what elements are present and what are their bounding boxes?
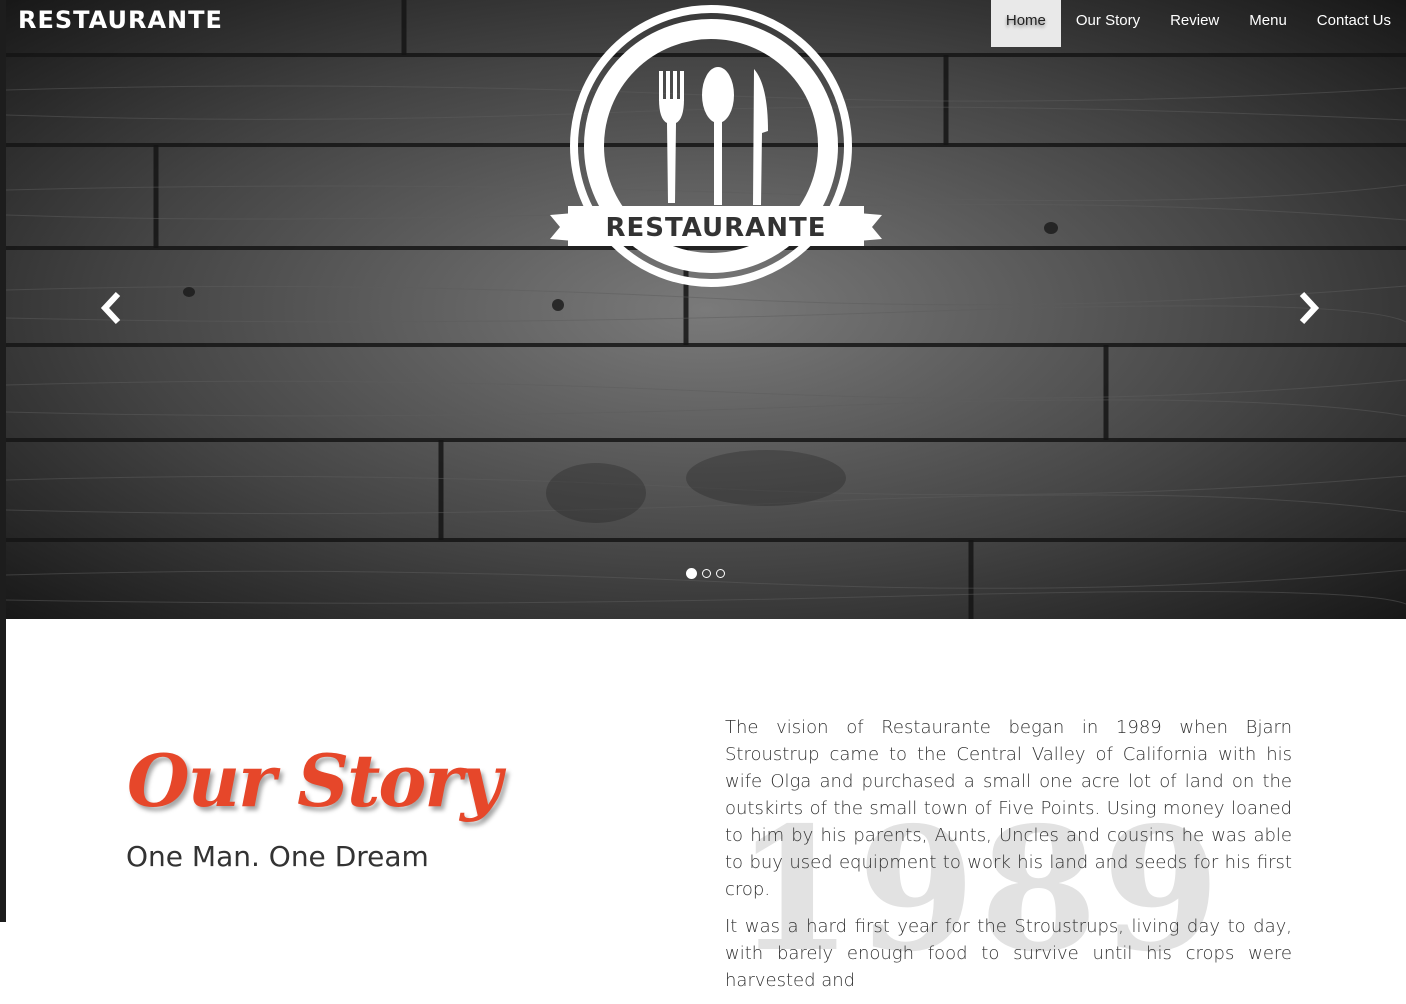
indicator-1[interactable]	[686, 568, 697, 579]
nav-contact-us[interactable]: Contact Us	[1302, 0, 1406, 47]
carousel-indicators	[686, 568, 725, 579]
carousel-prev[interactable]	[96, 290, 126, 326]
carousel-next[interactable]	[1294, 290, 1324, 326]
nav-review[interactable]: Review	[1155, 0, 1234, 47]
knife-icon	[753, 69, 768, 205]
spoon-icon	[702, 67, 734, 205]
story-title: Our Story	[127, 738, 502, 823]
indicator-2[interactable]	[702, 569, 711, 578]
nav-home[interactable]: Home	[990, 0, 1061, 47]
emblem-text: RESTAURANTE	[605, 213, 826, 243]
brand-logo[interactable]: RESTAURANTE	[18, 6, 223, 34]
nav-menu[interactable]: Menu	[1234, 0, 1302, 47]
story-paragraph-2: It was a hard first year for the Stroust…	[725, 916, 1292, 991]
chevron-right-icon	[1299, 291, 1320, 325]
hero-carousel: RESTAURANTE Home Our Story Review Menu C…	[6, 0, 1406, 619]
story-body: The vision of Restaurante began in 1989 …	[725, 714, 1292, 1004]
story-paragraph-1: The vision of Restaurante began in 1989 …	[725, 717, 1292, 900]
chevron-left-icon	[100, 291, 121, 325]
restaurant-emblem: RESTAURANTE	[550, 5, 882, 287]
main-nav: Home Our Story Review Menu Contact Us	[990, 0, 1406, 47]
story-subtitle: One Man. One Dream	[126, 840, 429, 873]
indicator-3[interactable]	[716, 569, 725, 578]
nav-our-story[interactable]: Our Story	[1061, 0, 1155, 47]
fork-icon	[659, 71, 684, 203]
